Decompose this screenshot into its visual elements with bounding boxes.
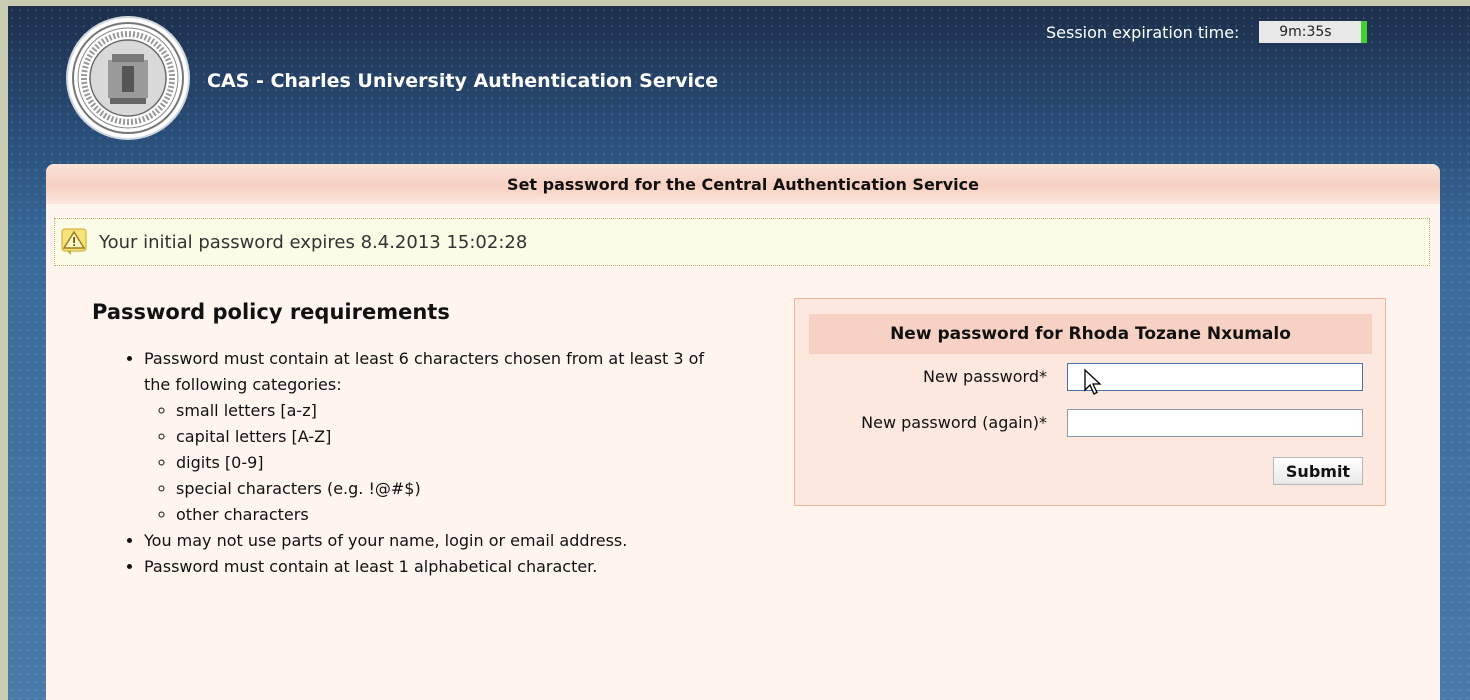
category-item: other characters <box>176 502 732 528</box>
warning-icon <box>61 228 87 255</box>
session-expiration-label: Session expiration time: <box>1046 22 1240 42</box>
new-password-again-input[interactable] <box>1067 409 1363 437</box>
alert-text: Your initial password expires 8.4.2013 1… <box>99 231 528 253</box>
panel-title: Set password for the Central Authenticat… <box>46 164 1440 204</box>
policy-rule: Password must contain at least 1 alphabe… <box>144 554 732 580</box>
app-title: CAS - Charles University Authentication … <box>207 70 719 92</box>
category-item: small letters [a-z] <box>176 398 732 424</box>
password-policy: Password policy requirements Password mu… <box>92 300 732 580</box>
page-frame: CAS - Charles University Authentication … <box>8 6 1470 700</box>
category-item: special characters (e.g. !@#$) <box>176 476 732 502</box>
form-heading: New password for Rhoda Tozane Nxumalo <box>809 314 1372 354</box>
main-panel: Set password for the Central Authenticat… <box>46 164 1440 700</box>
policy-rule: Password must contain at least 6 charact… <box>144 346 732 528</box>
policy-list: Password must contain at least 6 charact… <box>92 346 732 580</box>
category-item: capital letters [A-Z] <box>176 424 732 450</box>
policy-rule: You may not use parts of your name, logi… <box>144 528 732 554</box>
new-password-form: New password for Rhoda Tozane Nxumalo Ne… <box>794 298 1386 506</box>
new-password-again-label: New password (again)* <box>861 413 1047 432</box>
category-item: digits [0-9] <box>176 450 732 476</box>
category-list: small letters [a-z] capital letters [A-Z… <box>144 398 732 528</box>
policy-heading: Password policy requirements <box>92 300 450 324</box>
submit-button[interactable]: Submit <box>1273 457 1363 485</box>
new-password-input[interactable] <box>1067 363 1363 391</box>
password-expiry-alert: Your initial password expires 8.4.2013 1… <box>54 218 1430 266</box>
policy-rule-text: Password must contain at least 6 charact… <box>144 349 705 394</box>
session-expiration: Session expiration time: 9m:35s <box>1046 20 1368 44</box>
new-password-label: New password* <box>923 367 1047 386</box>
university-seal-icon <box>68 18 188 138</box>
session-timer: 9m:35s <box>1259 21 1368 43</box>
